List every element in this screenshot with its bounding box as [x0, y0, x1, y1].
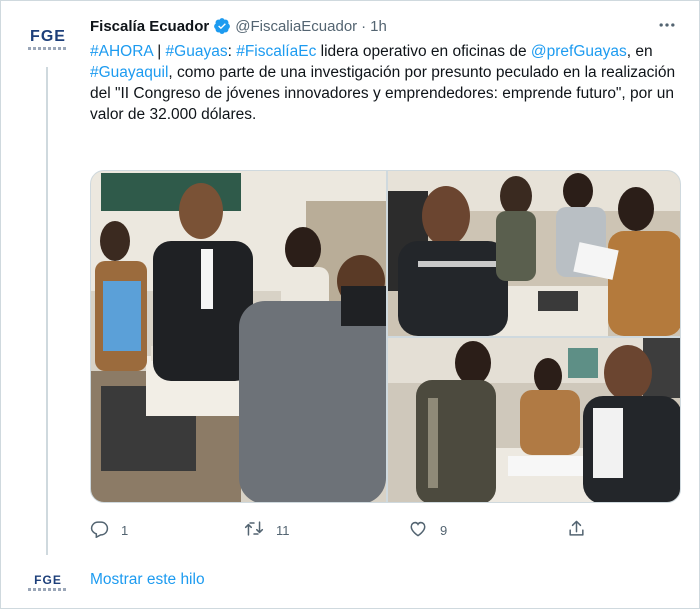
tweet-header: Fiscalía Ecuador @FiscaliaEcuador · 1h: [90, 15, 387, 37]
reply-icon: [90, 519, 109, 541]
share-icon: [567, 519, 586, 541]
hashtag-link[interactable]: #Guayas: [166, 43, 228, 60]
retweet-icon: [244, 519, 264, 541]
media-photo[interactable]: [91, 171, 386, 502]
author-name[interactable]: Fiscalía Ecuador: [90, 18, 209, 35]
tweet-timestamp[interactable]: 1h: [370, 18, 387, 35]
header-separator: ·: [361, 17, 367, 35]
tweet-text-segment: :: [227, 43, 237, 60]
tweet-text-segment: , como parte de una investigación por pr…: [90, 64, 676, 123]
reply-button[interactable]: 1: [90, 518, 128, 542]
tweet-text-segment: lidera operativo en oficinas de: [316, 43, 531, 60]
like-count: 9: [440, 522, 448, 538]
reply-count: 1: [121, 522, 129, 538]
avatar[interactable]: FGE: [21, 19, 75, 59]
media-grid[interactable]: [90, 170, 681, 503]
avatar-logo-subtext: [28, 47, 68, 50]
thread-avatar-logo-text: FGE: [34, 573, 62, 587]
like-button[interactable]: 9: [408, 518, 447, 542]
thread-avatar[interactable]: FGE: [21, 567, 75, 597]
tweet-text-segment: |: [152, 43, 166, 60]
media-photo[interactable]: [388, 338, 680, 502]
verified-badge-icon: [213, 17, 231, 35]
mention-link[interactable]: @prefGuayas: [531, 43, 627, 60]
retweet-button[interactable]: 11: [244, 518, 290, 542]
thread-avatar-logo-subtext: [28, 588, 68, 591]
author-handle[interactable]: @FiscaliaEcuador: [235, 18, 357, 35]
retweet-count: 11: [276, 522, 290, 538]
share-button[interactable]: [567, 518, 586, 542]
media-photo[interactable]: [388, 171, 680, 336]
avatar-logo-text: FGE: [30, 28, 66, 45]
show-thread-link[interactable]: Mostrar este hilo: [90, 571, 205, 589]
tweet-text-segment: , en: [626, 43, 653, 60]
heart-icon: [408, 519, 428, 541]
hashtag-link[interactable]: #FiscalíaEc: [236, 43, 316, 60]
hashtag-link[interactable]: #AHORA: [90, 43, 153, 60]
tweet-text: #AHORA | #Guayas: #FiscalíaEc lidera ope…: [90, 41, 678, 125]
tweet-actions: 1 11 9: [90, 518, 590, 542]
tweet-card[interactable]: FGE Fiscalía Ecuador @FiscaliaEcuador · …: [0, 0, 700, 609]
more-horizontal-icon[interactable]: [655, 13, 679, 37]
hashtag-link[interactable]: #Guayaquil: [90, 64, 168, 81]
thread-line: [46, 67, 48, 555]
